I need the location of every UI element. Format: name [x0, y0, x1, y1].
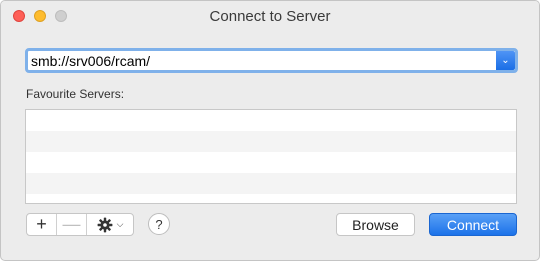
- favourites-segmented-control: + — ⌵: [26, 213, 134, 236]
- list-row: [26, 131, 516, 152]
- add-favourite-button[interactable]: +: [27, 214, 57, 235]
- gear-icon: [97, 217, 112, 232]
- title-bar: Connect to Server: [1, 1, 539, 31]
- chevron-down-icon: ⌵: [116, 219, 124, 229]
- favourite-servers-list[interactable]: [25, 109, 517, 204]
- connect-button[interactable]: Connect: [429, 213, 517, 236]
- server-address-combobox[interactable]: ⌄: [25, 48, 518, 73]
- address-history-dropdown-button[interactable]: ⌄: [496, 51, 515, 70]
- favourite-servers-label: Favourite Servers:: [26, 87, 125, 101]
- server-address-input[interactable]: [28, 51, 494, 70]
- help-button[interactable]: ?: [148, 213, 170, 235]
- list-row: [26, 110, 516, 131]
- action-menu-button[interactable]: ⌵: [87, 214, 133, 235]
- chevron-down-icon: ⌄: [501, 55, 510, 66]
- list-row: [26, 173, 516, 194]
- remove-favourite-button[interactable]: —: [57, 214, 87, 235]
- connect-to-server-window: Connect to Server ⌄ Favourite Servers: +…: [0, 0, 540, 261]
- window-title: Connect to Server: [209, 8, 331, 25]
- browse-button[interactable]: Browse: [336, 213, 415, 236]
- list-row: [26, 152, 516, 173]
